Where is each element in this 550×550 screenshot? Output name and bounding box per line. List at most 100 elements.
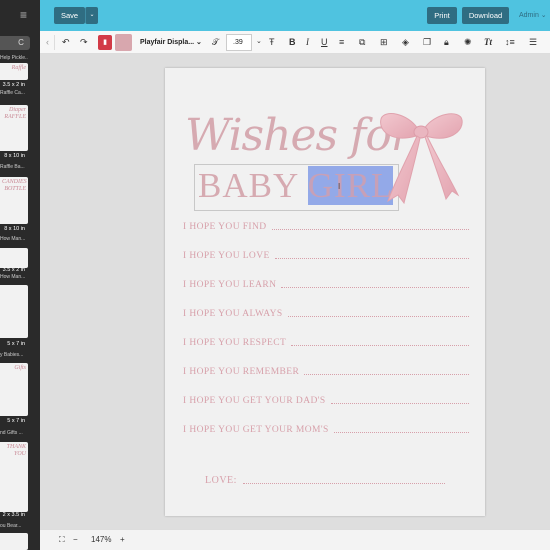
thumbnail-size: 5 x 7 in <box>7 418 25 424</box>
underline-icon[interactable]: U <box>321 36 328 48</box>
font-family-select[interactable]: Playfair Displa... ⌄ <box>140 36 208 49</box>
print-button[interactable]: Print <box>427 7 457 24</box>
thumbnail-size: 3.5 x 2 in <box>2 267 25 273</box>
align-left-icon[interactable]: ≡ <box>339 36 344 48</box>
chevron-left-icon[interactable]: ‹ <box>46 36 49 48</box>
text-color-swatch[interactable] <box>115 34 132 51</box>
font-size-input[interactable]: .39 <box>226 34 252 51</box>
thumbnail-deco: Gifts <box>14 365 26 371</box>
zoom-out-icon[interactable]: − <box>73 535 78 544</box>
thumbnail-size: 2 x 3.5 in <box>2 512 25 518</box>
zoom-in-icon[interactable]: + <box>120 535 125 544</box>
thumbnail-title[interactable]: y Babies... <box>0 352 28 358</box>
template-thumbnail[interactable]: Raffle <box>0 63 28 80</box>
left-panel: ≡ C Help Pickle... Raffle 3.5 x 2 in Raf… <box>0 0 40 550</box>
title-word-baby: BABY <box>198 166 298 205</box>
format-toolbar: ‹ ↶ ↷ ▮ 𝒯 Playfair Displa... ⌄ .39 ⌄ Ŧ B… <box>40 31 550 54</box>
hamburger-icon[interactable]: ≡ <box>20 8 27 22</box>
title-script[interactable]: Wishes for <box>185 110 412 161</box>
dotted-blank <box>274 258 469 259</box>
template-thumbnail[interactable]: THANK YOU <box>0 442 28 512</box>
refresh-icon[interactable]: C <box>16 38 26 48</box>
delete-button[interactable]: ▮ <box>98 35 112 50</box>
thumbnail-deco: CANDIES BOTTLE <box>2 179 27 192</box>
thumbnail-title[interactable]: nd Gifts ... <box>0 430 28 436</box>
font-icon[interactable]: 𝒯 <box>212 36 219 48</box>
italic-icon[interactable]: I <box>306 36 309 48</box>
wish-line-label: I HOPE YOU ALWAYS <box>183 309 283 319</box>
title-plain[interactable]: BABY GIRL <box>198 166 394 206</box>
zoom-level[interactable]: 147% <box>91 535 111 544</box>
wish-line[interactable]: I HOPE YOU REMEMBER <box>183 367 469 377</box>
thumbnail-title[interactable]: Help Pickle... <box>0 55 28 61</box>
text-style-icon[interactable]: Tt <box>484 36 492 48</box>
thumbnail-title[interactable]: How Man... <box>0 236 28 242</box>
wish-line[interactable]: I HOPE YOU GET YOUR DAD'S <box>183 396 469 406</box>
wish-line-label: I HOPE YOU LOVE <box>183 251 270 261</box>
layers-icon[interactable]: ◈ <box>402 36 409 48</box>
dotted-blank <box>330 403 469 404</box>
effects-icon[interactable]: ✺ <box>464 36 472 48</box>
more-icon[interactable]: ☰ <box>529 36 537 48</box>
spacing-icon[interactable]: ↕≡ <box>505 36 515 48</box>
save-dropdown-icon[interactable]: ⌄ <box>85 7 98 24</box>
dotted-blank <box>287 316 469 317</box>
template-thumbnail[interactable] <box>0 285 28 338</box>
duplicate-icon[interactable]: ❐ <box>423 36 431 48</box>
love-signoff[interactable]: LOVE: <box>205 475 445 486</box>
dotted-blank <box>271 229 469 230</box>
wish-line-label: I HOPE YOU LEARN <box>183 280 277 290</box>
template-thumbnail[interactable] <box>0 248 28 268</box>
admin-menu[interactable]: Admin ⌄ <box>519 11 547 19</box>
wish-line-label: I HOPE YOU GET YOUR MOM'S <box>183 425 329 435</box>
document-page[interactable]: Wishes for BABY GIRL I I HOPE YOU FIND I… <box>165 68 485 516</box>
thumbnail-title[interactable]: How Man... <box>0 274 28 280</box>
font-family-value: Playfair Displa... <box>140 39 195 46</box>
status-bar: ⛶ − 147% + <box>40 529 550 550</box>
wish-line[interactable]: I HOPE YOU LOVE <box>183 251 469 261</box>
thumbnail-size: 8 x 10 in <box>4 226 25 232</box>
text-cursor-icon: I <box>338 182 341 191</box>
image-icon[interactable]: ⧉ <box>359 36 365 48</box>
dotted-blank <box>242 483 445 484</box>
admin-label: Admin <box>519 12 539 19</box>
wish-line[interactable]: I HOPE YOU RESPECT <box>183 338 469 348</box>
thumbnail-title[interactable]: ou Bear... <box>0 523 28 529</box>
wish-line-label: I HOPE YOU RESPECT <box>183 338 287 348</box>
dotted-blank <box>291 345 469 346</box>
undo-icon[interactable]: ↶ <box>62 36 70 48</box>
wish-line[interactable]: I HOPE YOU FIND <box>183 222 469 232</box>
chevron-down-icon: ⌄ <box>540 12 547 19</box>
lock-icon[interactable]: 🔒︎ <box>444 36 449 48</box>
add-element-icon[interactable]: ⊞ <box>380 36 388 48</box>
download-button[interactable]: Download <box>462 7 509 24</box>
thumbnail-title[interactable]: Raffle Ba... <box>0 164 28 170</box>
chevron-down-icon: ⌄ <box>196 39 202 46</box>
wish-line[interactable]: I HOPE YOU ALWAYS <box>183 309 469 319</box>
divider <box>54 35 55 50</box>
wish-line-label: I HOPE YOU FIND <box>183 222 267 232</box>
bold-icon[interactable]: B <box>289 36 296 48</box>
thumbnail-deco <box>0 248 28 252</box>
template-thumbnail[interactable]: Gifts <box>0 363 28 416</box>
fit-screen-icon[interactable]: ⛶ <box>59 535 65 545</box>
redo-icon[interactable]: ↷ <box>80 36 88 48</box>
thumbnail-size: 8 x 10 in <box>4 153 25 159</box>
template-thumbnail[interactable]: CANDIES BOTTLE <box>0 177 28 224</box>
signoff-label: LOVE: <box>205 475 237 486</box>
template-thumbnail[interactable] <box>0 533 28 550</box>
pink-bow-icon[interactable] <box>378 109 464 204</box>
chevron-down-icon[interactable]: ⌄ <box>256 36 262 48</box>
save-button[interactable]: Save <box>54 7 85 24</box>
thumbnail-size: 3.5 x 2 in <box>2 82 25 88</box>
template-thumbnail[interactable]: Diaper RAFFLE <box>0 105 28 151</box>
dotted-blank <box>304 374 469 375</box>
thumbnail-deco <box>0 285 28 289</box>
thumbnail-size: 5 x 7 in <box>7 341 25 347</box>
wish-line[interactable]: I HOPE YOU LEARN <box>183 280 469 290</box>
canvas-area: Wishes for BABY GIRL I I HOPE YOU FIND I… <box>40 54 550 529</box>
wish-line[interactable]: I HOPE YOU GET YOUR MOM'S <box>183 425 469 435</box>
line-height-icon[interactable]: Ŧ <box>269 36 275 48</box>
thumbnail-title[interactable]: Raffle Ca... <box>0 90 28 96</box>
wish-line-label: I HOPE YOU GET YOUR DAD'S <box>183 396 326 406</box>
